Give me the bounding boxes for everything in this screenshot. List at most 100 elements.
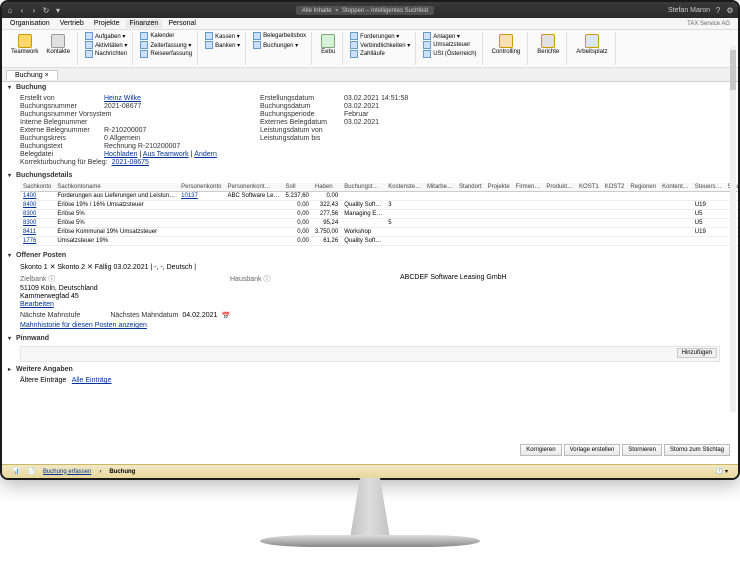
table-cell: 61,26 — [312, 237, 341, 246]
refresh-icon[interactable]: ↻ — [42, 6, 50, 14]
ribbon-buchungen[interactable]: Buchungen ▾ — [251, 41, 308, 49]
link-korrektur-ref[interactable]: 2021-08675 — [112, 159, 149, 166]
col-header[interactable]: Kostenste… — [385, 183, 424, 192]
link-mahnhistorie[interactable]: Mahnhistorie für diesen Posten anzeigen — [20, 322, 720, 329]
ribbon-controlling[interactable]: Controlling — [488, 32, 525, 57]
payables-icon — [350, 41, 358, 49]
table-row[interactable]: 8400Erlöse 19% / 16% Umsatzsteuer0,00322… — [20, 201, 738, 210]
col-header[interactable]: Soll — [283, 183, 312, 192]
link-hochladen[interactable]: Hochladen — [104, 151, 137, 158]
table-cell — [385, 228, 424, 237]
status-buchung: Buchung — [105, 469, 139, 475]
menu-organisation[interactable]: Organisation — [6, 19, 54, 28]
table-row[interactable]: 1400Forderungen aus Lieferungen und Leis… — [20, 192, 738, 201]
ribbon-umsatzsteuer[interactable]: Umsatzsteuer — [421, 41, 478, 49]
table-row[interactable]: 1776Umsatzsteuer 19%0,0061,26Quality Sof… — [20, 237, 738, 246]
ribbon-berichte[interactable]: Berichte — [533, 32, 563, 57]
ribbon-forderungen[interactable]: Forderungen ▾ — [348, 32, 412, 40]
table-row[interactable]: 8411Erlöse Kommunal 19% Umsatzsteuer0,00… — [20, 228, 738, 237]
button-vorlage-erstellen[interactable]: Vorlage erstellen — [564, 444, 621, 456]
ribbon-aktivitaeten[interactable]: Aktivitäten ▾ — [83, 41, 129, 49]
section-offener-posten[interactable]: ▾Offener Posten — [2, 250, 738, 261]
col-header[interactable]: Sachkontoname — [54, 183, 178, 192]
ribbon-kontakte[interactable]: Kontakte — [42, 32, 74, 57]
col-header[interactable]: Steuers… — [692, 183, 725, 192]
col-header[interactable]: Firmen… — [513, 183, 544, 192]
table-cell — [485, 192, 513, 201]
assets-icon — [423, 32, 431, 40]
col-header[interactable]: Produkt… — [543, 183, 576, 192]
ribbon-zahllaeufe[interactable]: Zahlläufe — [348, 50, 412, 58]
col-header[interactable]: KOST1 — [576, 183, 602, 192]
col-header[interactable]: Mitarbe… — [424, 183, 456, 192]
chart-icon[interactable]: 📊 — [8, 468, 23, 475]
status-buchung-erfassen[interactable]: Buchung erfassen — [39, 469, 95, 475]
chevron-down-icon: ▾ — [8, 84, 16, 91]
forward-icon[interactable]: › — [30, 6, 38, 14]
button-hinzufuegen[interactable]: Hinzufügen — [677, 348, 717, 358]
link-alle-eintraege[interactable]: Alle Einträge — [72, 377, 112, 384]
ribbon-arbeitsplatz[interactable]: Arbeitsplatz — [572, 32, 611, 57]
col-header[interactable]: Buchungst… — [341, 183, 385, 192]
col-header[interactable]: Projekte — [485, 183, 513, 192]
col-header[interactable]: Haben — [312, 183, 341, 192]
col-header[interactable]: Regionen — [627, 183, 659, 192]
time-icon[interactable]: 🕐 ▾ — [712, 468, 732, 475]
vertical-scrollbar[interactable] — [730, 46, 736, 412]
table-cell — [602, 201, 628, 210]
global-search[interactable]: Alle Inhalte ▾ Stoppen – Intelligentes S… — [296, 6, 434, 15]
link-aus-teamwork[interactable]: Aus Teamwork — [143, 151, 189, 158]
help-icon[interactable]: ? — [714, 6, 722, 14]
col-header[interactable]: Kontent… — [659, 183, 692, 192]
menu-icon[interactable]: ▾ — [54, 6, 62, 14]
col-header[interactable]: Personenkonto — [178, 183, 224, 192]
ribbon-banken[interactable]: Banken ▾ — [203, 41, 242, 49]
home-icon[interactable]: ⌂ — [6, 6, 14, 14]
ribbon-kassen[interactable]: Kassen ▾ — [203, 32, 242, 40]
contacts-icon — [51, 34, 65, 48]
button-stornieren[interactable]: Stornieren — [622, 444, 662, 456]
calendar-icon[interactable]: 📅 — [221, 312, 230, 320]
menu-projekte[interactable]: Projekte — [90, 19, 124, 28]
table-cell — [385, 210, 424, 219]
section-buchung[interactable]: ▾Buchung — [2, 82, 738, 93]
ribbon-ust-oesterreich[interactable]: USt (Österreich) — [421, 50, 478, 58]
value-adresse: Kammerwegfad 45 — [20, 293, 220, 300]
ribbon-anlagen[interactable]: Anlagen ▾ — [421, 32, 478, 40]
ribbon-verbindlichkeiten[interactable]: Verbindlichkeiten ▾ — [348, 41, 412, 49]
company-selector[interactable]: TAX Service AG — [683, 21, 734, 27]
ribbon-eebu[interactable]: Eebu — [317, 32, 339, 57]
link-bearbeiten[interactable]: Bearbeiten — [20, 301, 220, 308]
ribbon-aufgaben[interactable]: Aufgaben ▾ — [83, 32, 129, 40]
scroll-thumb[interactable] — [730, 50, 736, 90]
ribbon-belegarbeitsbox[interactable]: Belegarbeitsbox — [251, 32, 308, 40]
button-storno-stichtag[interactable]: Storno zum Stichtag — [664, 444, 730, 456]
col-header[interactable]: Standort — [456, 183, 485, 192]
link-aendern[interactable]: Ändern — [194, 151, 217, 158]
back-icon[interactable]: ‹ — [18, 6, 26, 14]
section-buchungsdetails[interactable]: ▾Buchungsdetails — [2, 170, 738, 181]
section-weitere-angaben[interactable]: ▸Weitere Angaben — [2, 364, 738, 375]
value-erstellt-von[interactable]: Heinz Wilke — [104, 95, 141, 102]
tab-buchung[interactable]: Buchung × — [6, 70, 58, 80]
user-name[interactable]: Stefan Maron — [668, 7, 710, 14]
settings-icon[interactable]: ⚙ — [726, 6, 734, 14]
col-header[interactable]: Personenkont… — [224, 183, 282, 192]
menu-personal[interactable]: Personal — [164, 19, 200, 28]
section-pinnwand[interactable]: ▾Pinnwand — [2, 333, 738, 344]
table-row[interactable]: 8300Erlöse 5%0,00277,56Managing E…U55,00 — [20, 210, 738, 219]
clock-icon — [140, 41, 148, 49]
menu-vertrieb[interactable]: Vertrieb — [56, 19, 88, 28]
menu-finanzen[interactable]: Finanzen — [126, 19, 163, 28]
ribbon-teamwork[interactable]: Teamwork — [7, 32, 42, 57]
ribbon-nachrichten[interactable]: Nachrichten — [83, 50, 129, 58]
ribbon-reiseerfassung[interactable]: Reiseerfassung — [138, 50, 194, 58]
close-icon[interactable]: × — [45, 72, 49, 79]
button-korrigieren[interactable]: Korrigieren — [520, 444, 561, 456]
pinnwand-input[interactable]: Hinzufügen — [20, 346, 720, 362]
ribbon-zeiterfassung[interactable]: Zeiterfassung ▾ — [138, 41, 194, 49]
table-row[interactable]: 8300Erlöse 5%0,0095,245U55,00 — [20, 219, 738, 228]
ribbon-kalender[interactable]: Kalender — [138, 32, 194, 40]
col-header[interactable]: KOST2 — [602, 183, 628, 192]
col-header[interactable]: Sachkonto — [20, 183, 54, 192]
